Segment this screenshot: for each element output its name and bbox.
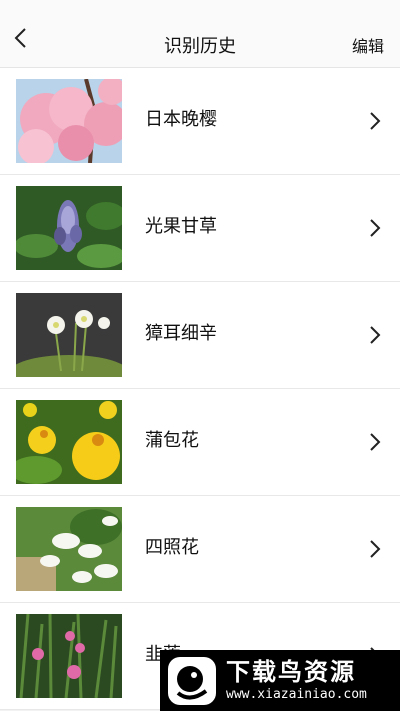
watermark-url: www.xiazainiao.com: [226, 686, 367, 702]
list-item[interactable]: 光果甘草: [0, 175, 400, 282]
chevron-right-icon: [370, 326, 381, 344]
licorice-flower-thumbnail: [16, 186, 122, 270]
bird-logo-icon: [168, 656, 216, 705]
plant-name: 四照花: [145, 537, 199, 558]
dogwood-flower-thumbnail: [16, 507, 122, 591]
watermark-banner: 下载鸟资源 www.xiazainiao.com: [160, 650, 400, 711]
chevron-right-icon: [370, 540, 381, 558]
list-item[interactable]: 蒲包花: [0, 389, 400, 496]
watermark-brand: 下载鸟资源: [226, 657, 356, 686]
rain-lily-thumbnail: [16, 614, 122, 698]
list-item[interactable]: 獐耳细辛: [0, 282, 400, 389]
chevron-right-icon: [370, 219, 381, 237]
plant-name: 獐耳细辛: [145, 323, 217, 344]
hepatica-flower-thumbnail: [16, 293, 122, 377]
plant-name: 蒲包花: [145, 430, 199, 451]
list-item[interactable]: 四照花: [0, 496, 400, 603]
page-title: 识别历史: [164, 36, 236, 57]
calceolaria-flower-thumbnail: [16, 400, 122, 484]
chevron-right-icon: [370, 112, 381, 130]
history-list: 日本晚樱 光果甘草 獐耳细辛 蒲包花 四照花: [0, 68, 400, 710]
chevron-right-icon: [370, 433, 381, 451]
list-item[interactable]: 日本晚樱: [0, 68, 400, 175]
plant-name: 日本晚樱: [145, 109, 217, 130]
edit-button[interactable]: 编辑: [352, 33, 384, 57]
nav-header: 识别历史 编辑: [0, 0, 400, 68]
plant-name: 光果甘草: [145, 216, 217, 237]
cherry-blossom-thumbnail: [16, 79, 122, 163]
